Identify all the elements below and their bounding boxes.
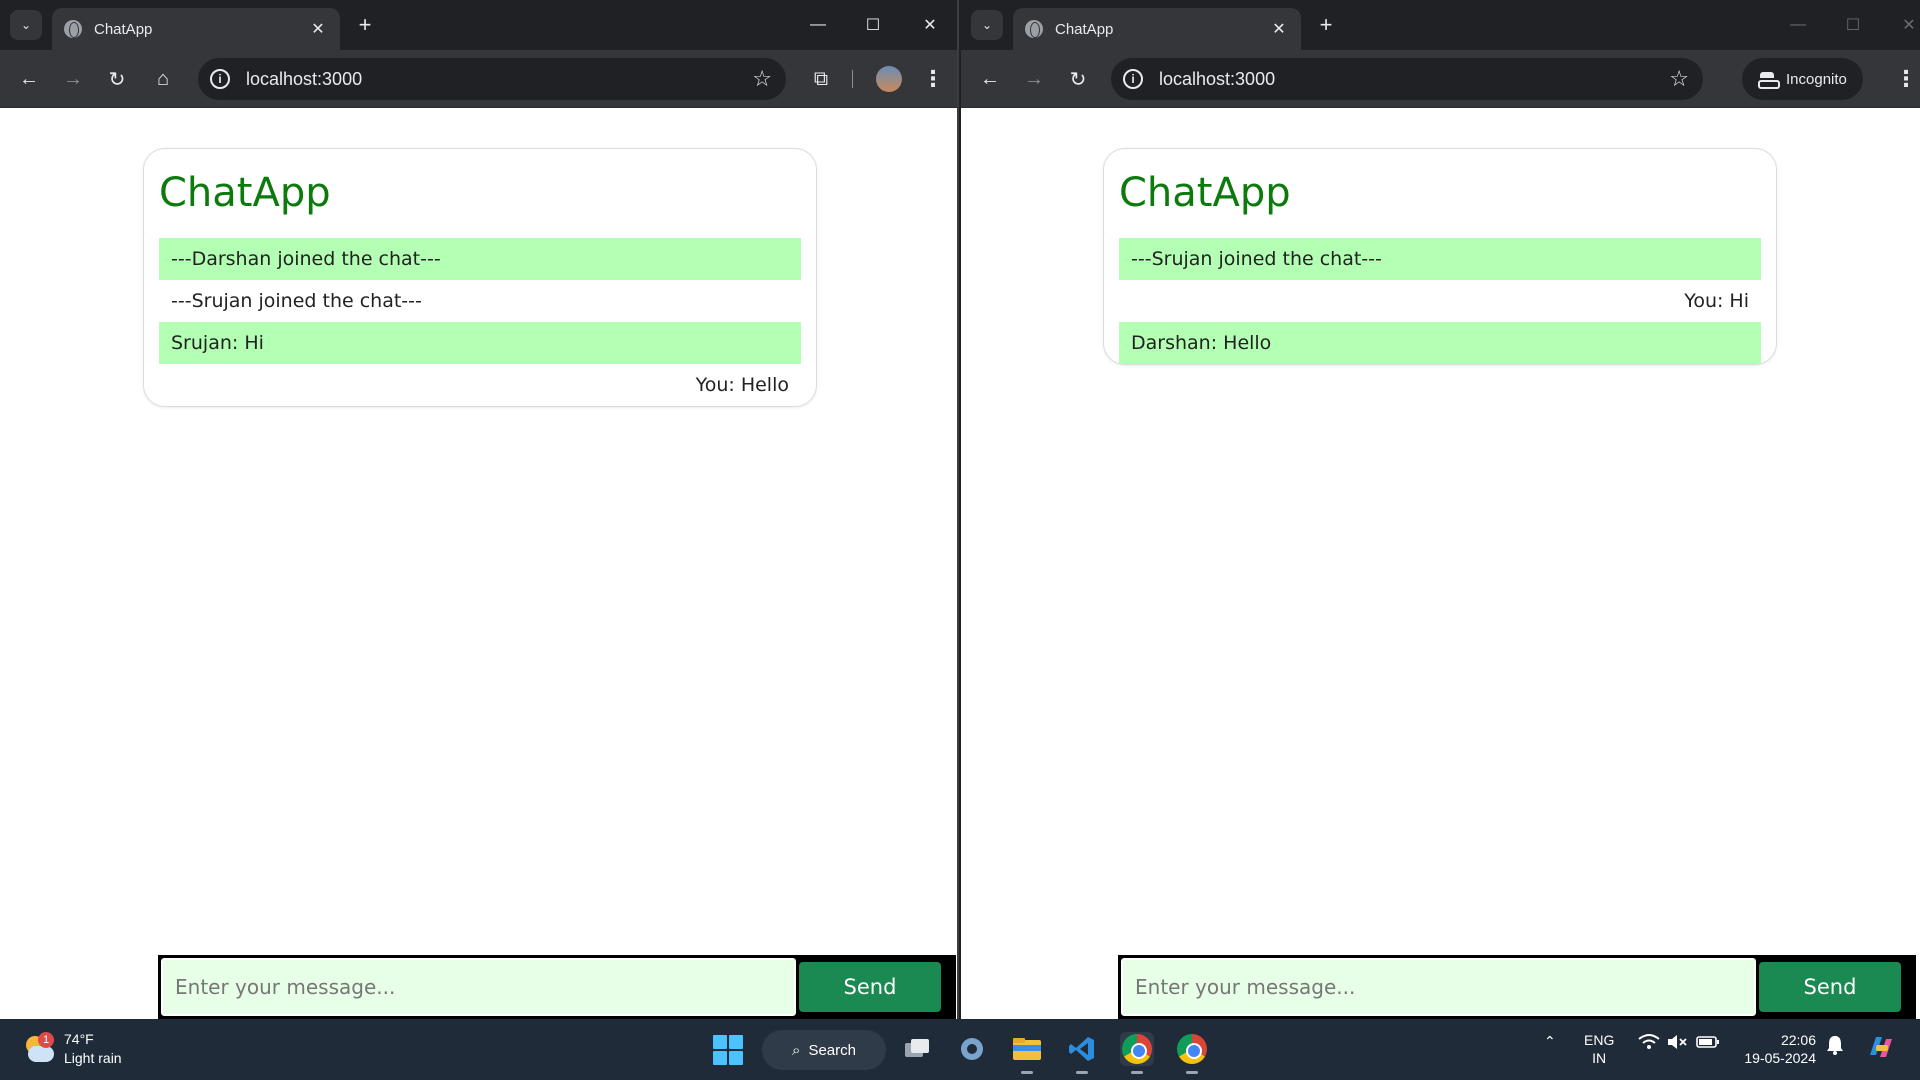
- address-bar[interactable]: i localhost:3000 ☆: [198, 58, 786, 100]
- chat-message-own: You: Hi: [1684, 290, 1749, 312]
- new-tab-button[interactable]: +: [1313, 12, 1339, 38]
- copilot-icon[interactable]: [1866, 1033, 1896, 1064]
- chat-message: ---Darshan joined the chat---: [159, 238, 801, 280]
- weather-temperature: 74°F: [64, 1031, 94, 1047]
- chat-container: ChatApp ---Darshan joined the chat--- --…: [143, 148, 817, 407]
- url-text: localhost:3000: [246, 68, 363, 89]
- bookmark-star-icon[interactable]: ☆: [752, 66, 772, 92]
- url-text: localhost:3000: [1159, 68, 1276, 89]
- tab-chatapp[interactable]: ChatApp ✕: [1013, 8, 1301, 50]
- settings-icon[interactable]: [955, 1032, 989, 1066]
- tab-strip: ⌄ ChatApp ✕ + — ☐ ✕: [961, 0, 1920, 50]
- browser-menu-icon[interactable]: ⋮: [918, 64, 948, 94]
- chat-title: ChatApp: [1119, 170, 1291, 216]
- chat-message: ---Srujan joined the chat---: [1119, 238, 1761, 280]
- maximize-button[interactable]: ☐: [853, 10, 893, 40]
- region-code: IN: [1592, 1050, 1607, 1066]
- incognito-badge[interactable]: Incognito: [1742, 58, 1863, 100]
- site-info-icon[interactable]: i: [1123, 69, 1143, 89]
- tab-close-icon[interactable]: ✕: [306, 17, 330, 41]
- bookmark-star-icon[interactable]: ☆: [1669, 66, 1689, 92]
- browser-toolbar: ← → ↻ ⌂ i localhost:3000 ☆ ⧉ ⋮: [0, 50, 957, 108]
- browser-toolbar: ← → ↻ i localhost:3000 ☆ Incognito ⋮: [961, 50, 1920, 108]
- tab-title: ChatApp: [1055, 20, 1114, 38]
- page-content: ChatApp ---Srujan joined the chat--- You…: [961, 108, 1920, 1019]
- browser-menu-icon[interactable]: ⋮: [1891, 64, 1920, 94]
- notification-badge: 1: [38, 1032, 54, 1048]
- language-indicator[interactable]: ENG IN: [1584, 1031, 1614, 1067]
- site-info-icon[interactable]: i: [210, 69, 230, 89]
- extensions-icon[interactable]: ⧉: [806, 64, 836, 94]
- chat-message: Darshan: Hello: [1119, 322, 1761, 364]
- incognito-label: Incognito: [1786, 70, 1847, 88]
- vscode-icon[interactable]: [1065, 1032, 1099, 1074]
- message-input[interactable]: Enter your message...: [159, 956, 798, 1018]
- clock-date: 19-05-2024: [1744, 1050, 1816, 1066]
- forward-button[interactable]: →: [1019, 64, 1049, 94]
- tab-chatapp[interactable]: ChatApp ✕: [52, 8, 340, 50]
- back-button[interactable]: ←: [14, 64, 44, 94]
- send-button[interactable]: Send: [1759, 962, 1901, 1012]
- chat-container: ChatApp ---Srujan joined the chat--- You…: [1103, 148, 1777, 365]
- tab-title: ChatApp: [94, 20, 153, 38]
- clock-time: 22:06: [1780, 1032, 1816, 1048]
- chat-message: Srujan: Hi: [159, 322, 801, 364]
- search-label: Search: [808, 1041, 856, 1059]
- message-form: Enter your message... Send: [158, 955, 956, 1019]
- tab-search-button[interactable]: ⌄: [971, 10, 1003, 40]
- reload-button[interactable]: ↻: [1063, 64, 1093, 94]
- browser-window-left: ⌄ ChatApp ✕ + — ☐ ✕ ← → ↻ ⌂ i localhost:…: [0, 0, 959, 1019]
- close-window-button[interactable]: ✕: [910, 10, 950, 40]
- volume-muted-icon[interactable]: [1666, 1033, 1688, 1054]
- message-form: Enter your message... Send: [1118, 955, 1916, 1019]
- file-explorer-icon[interactable]: [1010, 1032, 1044, 1074]
- chat-title: ChatApp: [159, 170, 331, 216]
- address-bar[interactable]: i localhost:3000 ☆: [1111, 58, 1703, 100]
- send-button[interactable]: Send: [799, 962, 941, 1012]
- show-hidden-icons[interactable]: ⌃: [1544, 1033, 1556, 1050]
- maximize-button[interactable]: ☐: [1833, 10, 1873, 40]
- incognito-icon: [1758, 72, 1780, 89]
- tab-strip: ⌄ ChatApp ✕ + — ☐ ✕: [0, 0, 957, 50]
- tab-search-button[interactable]: ⌄: [10, 10, 42, 40]
- home-button[interactable]: ⌂: [148, 64, 178, 94]
- globe-icon: [64, 20, 82, 38]
- back-button[interactable]: ←: [975, 64, 1005, 94]
- system-clock[interactable]: 22:06 19-05-2024: [1736, 1031, 1816, 1067]
- chat-message-own: You: Hello: [695, 374, 789, 396]
- tab-close-icon[interactable]: ✕: [1267, 17, 1291, 41]
- toolbar-separator: [852, 70, 853, 88]
- minimize-button[interactable]: —: [798, 10, 838, 40]
- close-window-button[interactable]: ✕: [1889, 10, 1920, 40]
- task-view-icon[interactable]: [900, 1032, 934, 1066]
- start-button[interactable]: [713, 1035, 743, 1065]
- weather-icon: 1: [22, 1032, 54, 1064]
- browser-window-right: ⌄ ChatApp ✕ + — ☐ ✕ ← → ↻ i localhost:30…: [961, 0, 1920, 1019]
- battery-icon[interactable]: [1696, 1033, 1720, 1054]
- new-tab-button[interactable]: +: [352, 12, 378, 38]
- reload-button[interactable]: ↻: [102, 64, 132, 94]
- chrome-profile-icon[interactable]: [1175, 1032, 1209, 1074]
- weather-widget[interactable]: 1 74°F Light rain: [22, 1030, 122, 1068]
- search-icon: ⌕: [792, 1041, 801, 1059]
- chrome-icon[interactable]: [1120, 1032, 1154, 1074]
- globe-icon: [1025, 20, 1043, 38]
- weather-condition: Light rain: [64, 1050, 122, 1066]
- taskbar-search[interactable]: ⌕ Search: [762, 1030, 886, 1070]
- minimize-button[interactable]: —: [1778, 10, 1818, 40]
- taskbar: 1 74°F Light rain ⌕ Search ⌃ ENG IN 22:0…: [0, 1019, 1920, 1080]
- profile-avatar[interactable]: [876, 66, 902, 92]
- notification-bell-icon[interactable]: [1826, 1035, 1844, 1058]
- message-input[interactable]: Enter your message...: [1119, 956, 1758, 1018]
- language-code: ENG: [1584, 1032, 1615, 1048]
- page-content: ChatApp ---Darshan joined the chat--- --…: [0, 108, 957, 1019]
- wifi-icon[interactable]: [1638, 1033, 1660, 1054]
- chat-message: ---Srujan joined the chat---: [171, 290, 422, 312]
- forward-button[interactable]: →: [58, 64, 88, 94]
